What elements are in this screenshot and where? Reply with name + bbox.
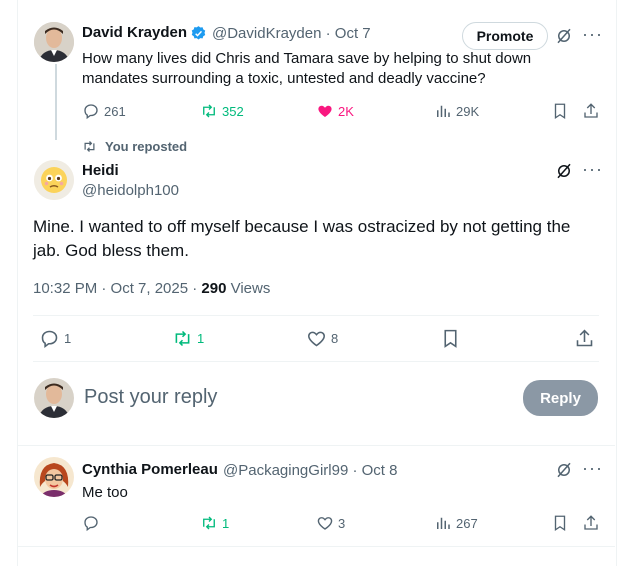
handle-and-date[interactable]: @DavidKrayden · Oct 7 (212, 24, 371, 44)
repost-small-icon (84, 141, 95, 152)
like-action[interactable]: 8 (306, 328, 338, 349)
reply-icon (41, 330, 58, 348)
tweet-text: Me too (82, 484, 128, 501)
views-label: Views (226, 280, 271, 297)
repost-icon (203, 104, 215, 118)
share-icon[interactable] (582, 102, 600, 120)
views-icon (437, 517, 450, 529)
reply-action[interactable]: 261 (82, 102, 126, 120)
author-handle[interactable]: @heidolph100 (82, 181, 179, 201)
repost-action[interactable]: 1 (200, 514, 229, 532)
tweet-meta: 10:32 PM · Oct 7, 2025 · 290 Views (33, 279, 270, 299)
grok-icon[interactable] (555, 162, 573, 180)
tweet-text-line-2: mandates surrounding a toxic, untested a… (82, 70, 486, 87)
tweet-text-line-1: Mine. I wanted to off myself because I w… (33, 217, 571, 236)
views-action[interactable]: 29K (434, 102, 479, 120)
reply-icon (84, 516, 98, 532)
views-count: 29K (456, 103, 480, 119)
like-action[interactable]: 3 (316, 514, 345, 532)
repost-count: 1 (222, 515, 230, 531)
reply-action[interactable] (82, 514, 100, 532)
avatar[interactable] (34, 22, 74, 62)
promote-button[interactable]: Promote (462, 22, 548, 50)
author-name[interactable]: Cynthia Pomerleau (82, 461, 218, 478)
bookmark-icon[interactable] (551, 102, 569, 120)
handle-and-date[interactable]: @PackagingGirl99 · Oct 8 (223, 461, 397, 481)
reply-button[interactable]: Reply (523, 380, 598, 416)
views-count: 267 (456, 515, 478, 531)
more-options-icon[interactable]: ··· (582, 24, 603, 45)
thread-line (55, 64, 57, 140)
bookmark-icon[interactable] (551, 514, 569, 532)
like-count: 2K (338, 103, 354, 119)
like-count: 8 (331, 331, 339, 346)
tweet-text-line-1: How many lives did Chris and Tamara save… (82, 50, 532, 67)
heart-icon (308, 331, 325, 347)
divider (18, 546, 615, 547)
grok-icon[interactable] (555, 461, 573, 479)
more-options-icon[interactable]: ··· (582, 458, 603, 479)
repost-context: You reposted (82, 139, 187, 154)
reply-input[interactable]: Post your reply (84, 386, 217, 409)
repost-icon (175, 330, 190, 347)
heart-icon (317, 517, 333, 530)
views-count: 290 (201, 280, 227, 297)
divider (18, 445, 615, 446)
like-count: 3 (338, 515, 346, 531)
views-action[interactable]: 267 (434, 514, 478, 532)
grok-icon[interactable] (555, 27, 573, 45)
share-icon[interactable] (582, 514, 600, 532)
tweet-text-line-2: jab. God bless them. (33, 241, 189, 260)
views-icon (437, 105, 450, 117)
reply-count: 261 (104, 103, 126, 119)
heart-filled-icon (318, 105, 332, 117)
reply-count: 1 (64, 331, 72, 346)
divider (33, 361, 599, 362)
avatar (34, 378, 74, 418)
timestamp[interactable]: 10:32 PM · Oct 7, 2025 · (33, 280, 201, 297)
repost-icon (203, 516, 215, 530)
reply-icon (84, 104, 98, 120)
author-name[interactable]: David Krayden (82, 24, 187, 41)
like-action[interactable]: 2K (316, 102, 354, 120)
repost-context-label: You reposted (105, 139, 188, 154)
divider (33, 315, 599, 316)
repost-action[interactable]: 1 (172, 328, 204, 349)
verified-badge-icon (191, 26, 206, 40)
avatar[interactable] (34, 160, 74, 200)
bookmark-icon[interactable] (440, 328, 461, 349)
more-options-icon[interactable]: ··· (582, 159, 603, 180)
repost-count: 352 (222, 103, 244, 119)
share-icon[interactable] (574, 328, 595, 349)
author-name[interactable]: Heidi (82, 162, 119, 179)
avatar[interactable] (34, 457, 74, 497)
repost-action[interactable]: 352 (200, 102, 244, 120)
repost-count: 1 (197, 331, 205, 346)
reply-action[interactable]: 1 (39, 328, 71, 349)
